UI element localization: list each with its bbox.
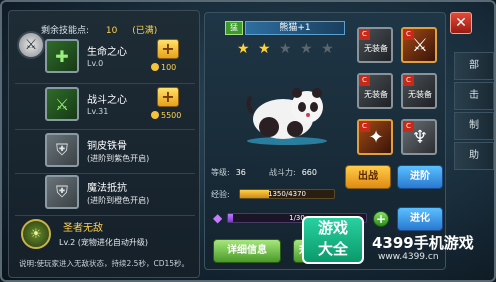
equipment-slot[interactable]: C 无装备 — [401, 73, 437, 109]
side-tab[interactable]: 击 — [454, 82, 494, 110]
magic-shield-icon: ⛨ — [45, 175, 79, 209]
level-value: 36 — [235, 168, 246, 177]
remaining-skill-points: 剩余技能点: 10 (已满) — [41, 23, 157, 36]
heart-plus-icon: ✚ — [45, 39, 79, 73]
slot-rank-icon: C — [359, 75, 370, 86]
slot-rank-icon: C — [359, 29, 370, 40]
claw-equipment-icon: ⚔ — [411, 35, 429, 56]
watermark-url: www.4399.cn — [378, 252, 439, 262]
sword-plus-icon: ⚔ — [45, 87, 79, 121]
exp-value: 1350/4370 — [268, 190, 306, 198]
pet-stars: ★ ★ ★ ★ ★ — [237, 41, 336, 57]
special-skill-description: 说明:使玩家进入无敌状态，持续2.5秒，CD15秒。 — [19, 259, 190, 268]
exp-bar: 1350/4370 — [239, 189, 335, 199]
side-tab[interactable]: 助 — [454, 142, 494, 170]
pet-power: 战斗力: 660 — [269, 167, 317, 178]
paw-equipment-icon: ✦ — [368, 127, 384, 148]
side-tab[interactable]: 部 — [454, 52, 494, 80]
star-icon: ★ — [237, 41, 252, 57]
close-button[interactable]: ✕ — [450, 12, 472, 34]
slot-label: 无装备 — [364, 90, 388, 99]
slot-rank-icon: C — [403, 75, 414, 86]
divider — [15, 129, 195, 130]
skill-unlock-note: (进阶到紫色开启) — [87, 154, 150, 163]
skill-name: 生命之心 — [87, 47, 127, 58]
skill-heart: ✚ 生命之心 Lv.0 + 100 — [45, 39, 193, 77]
upgrade-button[interactable]: + — [157, 87, 179, 107]
special-skill-level: Lv.2 (宠物进化自动升级) — [59, 237, 148, 248]
divider — [15, 83, 195, 84]
equipment-slot[interactable]: C ⚔ — [401, 27, 437, 63]
coin-icon — [151, 63, 159, 71]
skill-iron-skin: ⛨ 铜皮铁骨 (进阶到紫色开启) — [45, 133, 193, 171]
skill-unlock-note: (进阶到橙色开启) — [87, 196, 150, 205]
equipment-slot[interactable]: C ♆ — [401, 119, 437, 155]
pet-level: 等级: 36 — [211, 167, 246, 178]
advance-button[interactable]: 进阶 — [397, 165, 443, 189]
power-label: 战斗力: — [269, 168, 296, 177]
skill-name: 战斗之心 — [87, 95, 127, 106]
purple-gem-icon: ◆ — [213, 211, 223, 225]
skill-level: Lv.0 — [87, 59, 104, 68]
details-button[interactable]: 详细信息 — [213, 239, 281, 263]
add-evolution-button[interactable]: + — [373, 211, 389, 227]
divider — [15, 173, 195, 174]
watermark-logo: 游戏 大全 — [302, 216, 364, 264]
skill-cost: 5500 — [151, 111, 181, 120]
star-icon: ★ — [258, 41, 273, 57]
horn-equipment-icon: ♆ — [411, 127, 429, 148]
equipment-slot[interactable]: C 无装备 — [357, 27, 393, 63]
side-tab[interactable]: 制 — [454, 112, 494, 140]
skill-battle: ⚔ 战斗之心 Lv.31 + 5500 — [45, 87, 193, 125]
shield-icon: ⛨ — [45, 133, 79, 167]
cost-value: 5500 — [161, 111, 182, 120]
skill-magic-resist: ⛨ 魔法抵抗 (进阶到橙色开启) — [45, 175, 193, 213]
battle-button[interactable]: 出战 — [345, 165, 391, 189]
level-label: 等级: — [211, 168, 230, 177]
upgrade-button[interactable]: + — [157, 39, 179, 59]
skill-cost: 100 — [151, 63, 176, 72]
equipment-slot[interactable]: C ✦ — [357, 119, 393, 155]
remaining-points-label: 剩余技能点: — [41, 26, 90, 36]
slot-label: 无装备 — [364, 44, 388, 53]
remaining-points-full: (已满) — [132, 26, 158, 36]
skills-panel: ⚔ 剩余技能点: 10 (已满) ✚ 生命之心 Lv.0 + 100 ⚔ 战斗之… — [8, 10, 200, 278]
evolve-button[interactable]: 进化 — [397, 207, 443, 231]
cost-value: 100 — [161, 63, 177, 72]
equipment-slot[interactable]: C 无装备 — [357, 73, 393, 109]
special-level-value: Lv.2 — [59, 238, 76, 247]
game-window: ⚔ 剩余技能点: 10 (已满) ✚ 生命之心 Lv.0 + 100 ⚔ 战斗之… — [0, 0, 496, 282]
remaining-points-value: 10 — [105, 26, 118, 36]
star-icon: ★ — [279, 41, 294, 57]
pet-name: 熊猫+1 — [245, 21, 345, 35]
special-level-note: (宠物进化自动升级) — [77, 238, 148, 247]
divider — [15, 215, 195, 216]
watermark-brand: 4399手机游戏 — [372, 234, 474, 252]
invincible-skill-icon: ☀ — [21, 219, 51, 249]
slot-label: 无装备 — [408, 90, 432, 99]
star-icon: ★ — [321, 41, 336, 57]
panda-pet-image[interactable] — [245, 83, 329, 145]
pet-type-tag: 猛 — [225, 21, 243, 35]
coin-icon — [151, 111, 159, 119]
skill-name: 铜皮铁骨 — [87, 141, 127, 152]
skill-name: 魔法抵抗 — [87, 183, 127, 194]
exp-label: 经验: — [211, 190, 230, 199]
power-value: 660 — [301, 168, 317, 177]
star-icon: ★ — [300, 41, 315, 57]
skill-level: Lv.31 — [87, 107, 109, 116]
special-skill-name: 圣者无敌 — [63, 223, 103, 234]
